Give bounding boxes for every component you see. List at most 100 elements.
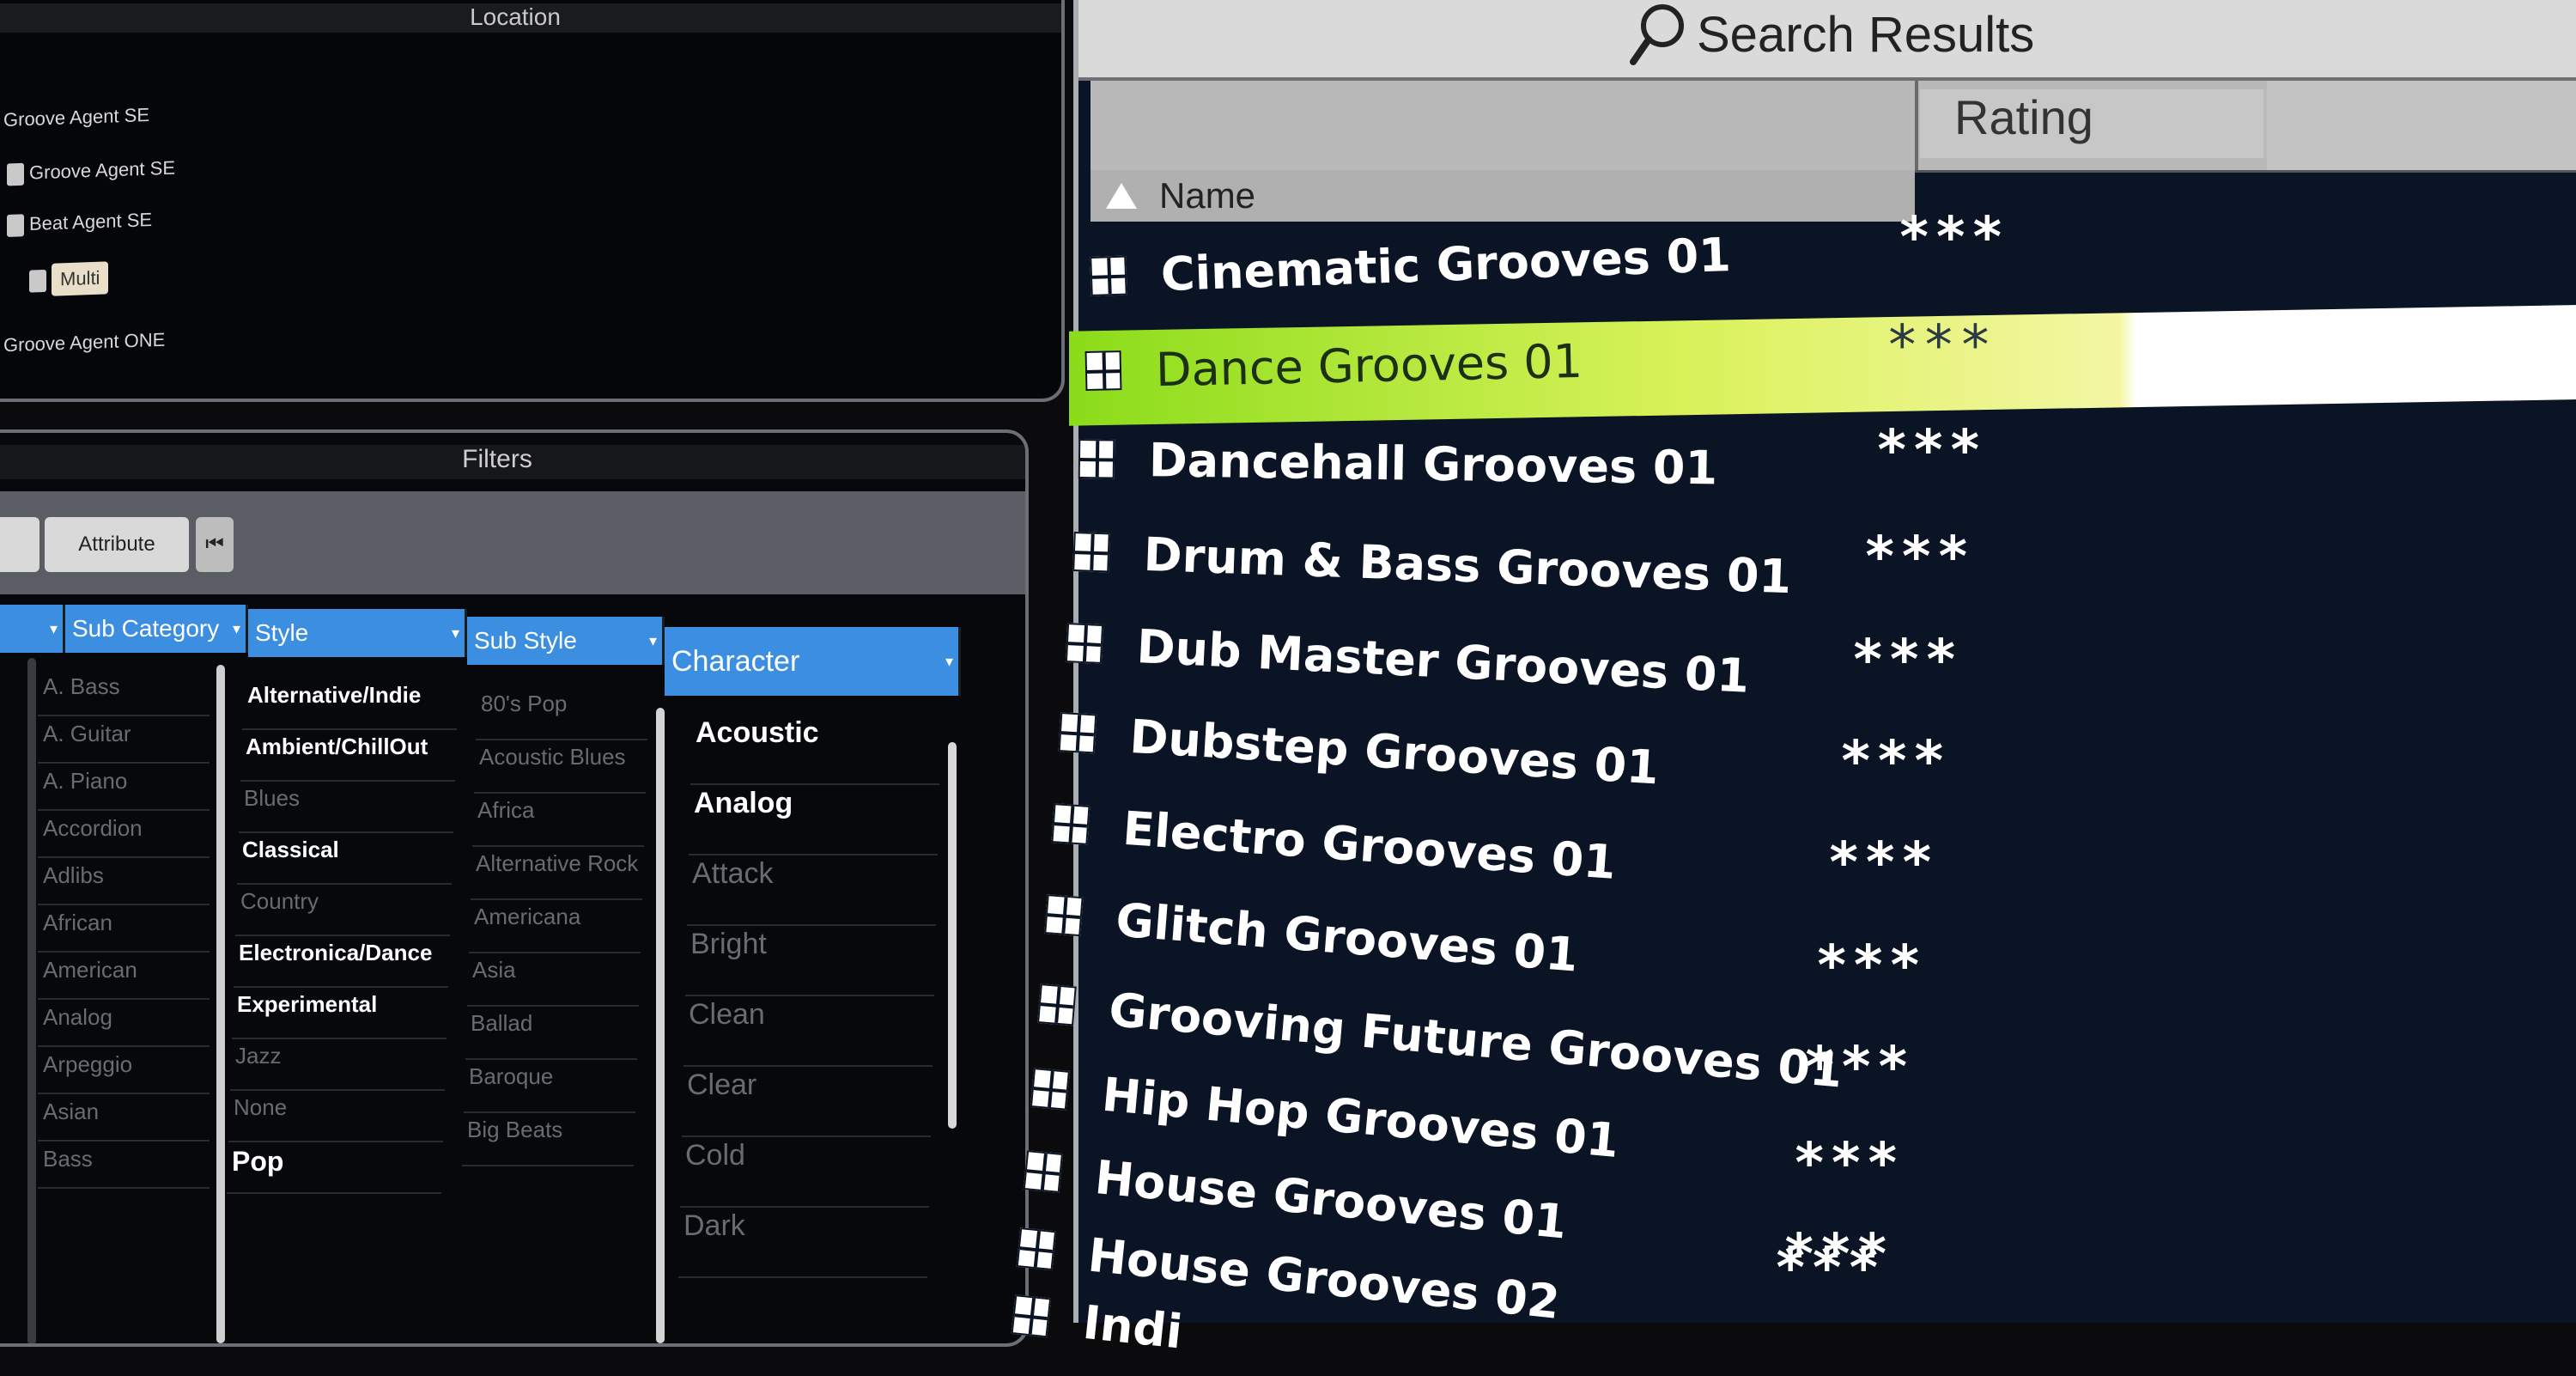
filters-toolbar: Attribute ⏮ — [0, 491, 1025, 594]
list-item-character[interactable]: Acoustic — [690, 716, 939, 785]
drum-kit-icon — [1030, 1068, 1070, 1111]
scrollbar[interactable] — [216, 665, 225, 1343]
list-item-style[interactable]: Classical — [237, 837, 452, 885]
list-item-sub-style[interactable]: Asia — [467, 957, 639, 1007]
list-item-sub-style[interactable]: Africa — [472, 797, 644, 847]
column-header-character[interactable]: Character ▾ — [665, 627, 961, 696]
list-item-sub-style[interactable]: Acoustic Blues — [474, 744, 646, 794]
list-item-character[interactable]: Attack — [687, 857, 936, 926]
list-item-style[interactable]: Blues — [239, 785, 453, 833]
tree-item-groove-agent-se-2[interactable]: Groove Agent SE — [7, 157, 175, 186]
list-item[interactable]: Bass — [38, 1146, 210, 1189]
list-item[interactable]: A. Piano — [38, 768, 210, 811]
folder-icon — [7, 162, 24, 186]
column-header-name[interactable]: Name — [1091, 170, 1915, 222]
search-icon — [1630, 4, 1684, 65]
rating-stars: *** — [1827, 831, 1937, 895]
list-item-style[interactable]: Country — [235, 888, 450, 936]
list-item[interactable]: Adlibs — [38, 862, 210, 905]
list-item-style[interactable]: Experimental — [232, 991, 447, 1039]
chevron-down-icon: ▾ — [49, 620, 58, 637]
header-cell — [2267, 81, 2576, 170]
drum-kit-icon — [1037, 983, 1077, 1026]
rating-stars: *** — [1898, 206, 2008, 270]
folder-icon — [29, 270, 46, 293]
rating-stars: *** — [1886, 314, 1996, 378]
list-item-style[interactable]: None — [228, 1094, 443, 1142]
list-item-character[interactable]: Cold — [680, 1139, 929, 1208]
list-item-style[interactable]: Ambient/ChillOut — [240, 734, 455, 782]
drum-kit-icon — [1023, 1150, 1064, 1193]
filters-title: Filters — [0, 445, 1025, 479]
table-row[interactable]: Dancehall Grooves 01 — [1078, 414, 1717, 512]
reset-filters-button[interactable]: ⏮ — [196, 517, 234, 572]
drum-kit-icon — [1065, 623, 1104, 665]
results-header-row: Rating — [1091, 81, 2576, 173]
list-item[interactable]: African — [38, 910, 210, 953]
chevron-down-icon: ▾ — [232, 620, 240, 637]
drum-kit-icon — [1078, 439, 1115, 479]
header-cell — [1091, 81, 1918, 170]
list-item-style[interactable]: Electronica/Dance — [234, 940, 448, 988]
list-item-sub-style[interactable]: 80's Pop — [476, 691, 647, 740]
list-item-style[interactable]: Jazz — [230, 1043, 445, 1091]
list-item[interactable]: A. Bass — [38, 673, 210, 716]
list-item-character[interactable]: Bright — [685, 928, 934, 996]
list-item-sub-style[interactable]: Alternative Rock — [471, 850, 642, 900]
list-item-character[interactable]: Clean — [683, 998, 933, 1067]
list-item[interactable]: Analog — [38, 1004, 210, 1047]
list-item[interactable]: Asian — [38, 1099, 210, 1142]
drum-kit-icon — [1016, 1227, 1057, 1271]
list-item-character[interactable]: Dark — [678, 1209, 927, 1278]
rating-stars: *** — [1774, 1237, 1884, 1300]
tree-item-groove-agent-se[interactable]: Groove Agent SE — [3, 104, 149, 131]
chevron-down-icon: ▾ — [945, 653, 953, 670]
scrollbar[interactable] — [656, 708, 665, 1343]
list-item[interactable]: A. Guitar — [38, 721, 210, 764]
list-item-character[interactable]: Analog — [689, 787, 938, 855]
list-item-character[interactable]: Clear — [682, 1069, 931, 1137]
filters-panel: Filters Attribute ⏮ ▾ Sub Category ▾ Styl… — [0, 429, 1029, 1347]
list-item[interactable]: Arpeggio — [38, 1051, 210, 1094]
list-item-sub-style[interactable]: Big Beats — [462, 1117, 634, 1166]
scrollbar[interactable] — [948, 742, 957, 1129]
column-header-rating[interactable]: Rating — [1920, 89, 2263, 158]
rating-stars: *** — [1803, 1036, 1913, 1099]
drum-kit-icon — [1084, 350, 1122, 391]
location-panel-title: Location — [0, 3, 1061, 33]
list-item[interactable]: American — [38, 957, 210, 1000]
drum-kit-icon — [1058, 712, 1097, 754]
column-header-style[interactable]: Style ▾ — [248, 609, 467, 657]
drum-kit-icon — [1044, 894, 1084, 937]
column-header-category[interactable]: ▾ — [0, 605, 65, 653]
drum-kit-icon — [1072, 532, 1110, 573]
list-item-style[interactable]: Pop — [227, 1146, 441, 1194]
attribute-button[interactable]: Attribute — [45, 517, 189, 572]
table-row[interactable]: Indi — [1009, 1269, 1187, 1376]
drum-kit-icon — [1090, 255, 1127, 296]
column-header-sub-style[interactable]: Sub Style ▾ — [467, 617, 665, 665]
rating-stars: *** — [1851, 629, 1961, 692]
rating-stars: *** — [1875, 419, 1985, 483]
rating-stars: *** — [1839, 730, 1949, 794]
list-item-style[interactable]: Alternative/Indie — [242, 682, 457, 730]
list-item-sub-style[interactable]: Americana — [469, 904, 641, 953]
chevron-down-icon: ▾ — [451, 624, 459, 642]
filter-mode-button[interactable] — [0, 517, 39, 572]
results-title: Search Results — [1628, 0, 2034, 69]
list-item[interactable]: Accordion — [38, 815, 210, 858]
drum-kit-icon — [1051, 803, 1091, 845]
tree-item-beat-agent-se[interactable]: Beat Agent SE — [7, 209, 152, 238]
tree-item-groove-agent-one[interactable]: Groove Agent ONE — [3, 329, 165, 357]
table-row-selected[interactable]: Dance Grooves 01 — [1084, 316, 1583, 416]
folder-icon — [7, 214, 24, 238]
column-divider — [27, 658, 36, 1343]
location-panel: Location Groove Agent SE Groove Agent SE… — [0, 0, 1065, 402]
column-header-sub-category[interactable]: Sub Category ▾ — [65, 605, 248, 653]
rating-stars: *** — [1863, 526, 1973, 589]
rating-stars: *** — [1793, 1132, 1903, 1196]
list-item-sub-style[interactable]: Baroque — [464, 1063, 635, 1113]
list-item-sub-style[interactable]: Ballad — [465, 1010, 637, 1060]
tree-item-multi[interactable]: Multi — [29, 261, 109, 296]
rating-stars: *** — [1815, 935, 1925, 998]
